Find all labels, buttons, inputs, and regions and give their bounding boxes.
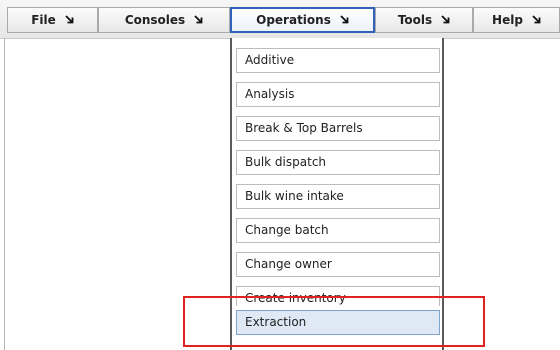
- arrow-down-right-icon: [340, 15, 349, 24]
- menu-tools[interactable]: Tools: [375, 7, 473, 33]
- menu-item-change-batch[interactable]: Change batch: [236, 218, 440, 243]
- menu-item-change-owner[interactable]: Change owner: [236, 252, 440, 277]
- menu-file[interactable]: File: [7, 7, 98, 33]
- menu-item-extraction[interactable]: Extraction: [236, 310, 440, 335]
- operations-dropdown: Additive Analysis Break & Top Barrels Bu…: [230, 38, 444, 350]
- menu-operations[interactable]: Operations: [230, 7, 375, 33]
- menu-item-bulk-wine-intake[interactable]: Bulk wine intake: [236, 184, 440, 209]
- menu-item-create-inventory[interactable]: Create inventory: [236, 286, 440, 306]
- menu-item-bulk-dispatch[interactable]: Bulk dispatch: [236, 150, 440, 175]
- menu-tools-label: Tools: [397, 13, 433, 27]
- menu-operations-label: Operations: [256, 13, 331, 27]
- menubar: File Consoles Operations Tools Help: [0, 0, 560, 39]
- menu-consoles-label: Consoles: [124, 13, 186, 27]
- menu-help[interactable]: Help: [473, 7, 560, 33]
- arrow-down-right-icon: [441, 15, 450, 24]
- arrow-down-right-icon: [194, 15, 203, 24]
- app-window: File Consoles Operations Tools Help Addi…: [0, 0, 560, 350]
- menu-help-label: Help: [492, 13, 523, 27]
- arrow-down-right-icon: [532, 15, 541, 24]
- menu-item-analysis[interactable]: Analysis: [236, 82, 440, 107]
- menu-item-additive[interactable]: Additive: [236, 48, 440, 73]
- content-divider: [4, 38, 5, 350]
- arrow-down-right-icon: [65, 15, 74, 24]
- menu-item-break-top-barrels[interactable]: Break & Top Barrels: [236, 116, 440, 141]
- menu-consoles[interactable]: Consoles: [98, 7, 230, 33]
- menu-file-label: File: [31, 13, 56, 27]
